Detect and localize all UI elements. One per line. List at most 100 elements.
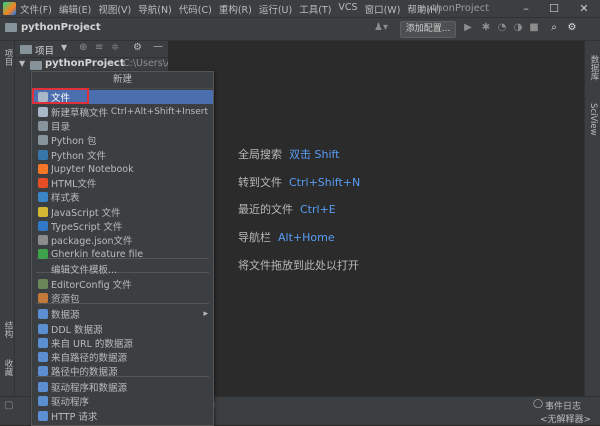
driver-icon <box>38 396 48 406</box>
menu-code[interactable]: 代码(C) <box>179 2 212 16</box>
coverage-icon[interactable]: ◔ <box>496 22 508 34</box>
menu-item-label: EditorConfig 文件 <box>51 280 132 291</box>
menu-view[interactable]: 视图(V) <box>98 2 131 16</box>
menu-item-label: 资源包 <box>51 294 80 305</box>
hint-shortcut: 双击 Shift <box>289 148 340 161</box>
menu-item-label: DDL 数据源 <box>51 325 103 336</box>
chevron-down-icon[interactable]: ▼ <box>61 43 67 52</box>
run-icon[interactable]: ▶ <box>462 22 474 34</box>
editorconfig-icon <box>38 279 48 289</box>
favorites-tool-tab[interactable]: 收藏 <box>2 359 14 376</box>
settings-icon[interactable]: ⚙ <box>566 22 578 34</box>
menu-item-label: 来自路径的数据源 <box>51 353 128 364</box>
menu-item[interactable]: 样式表 <box>32 190 213 204</box>
path-datasource-icon <box>38 352 48 362</box>
menu-item[interactable]: Gherkin feature file <box>32 247 213 261</box>
interpreter-status[interactable]: <无解释器> <box>540 412 591 425</box>
menu-item[interactable]: 来自路径的数据源 <box>32 350 213 364</box>
menu-item[interactable]: JavaScript 文件 <box>32 205 213 219</box>
submenu-arrow-icon: ▸ <box>203 309 208 319</box>
menu-item[interactable]: DDL 数据源 <box>32 322 213 336</box>
hide-panel-icon[interactable]: — <box>153 41 163 52</box>
highlight-outline <box>32 88 89 104</box>
menu-refactor[interactable]: 重构(R) <box>219 2 252 16</box>
project-view-selector[interactable]: 项目 <box>35 43 54 57</box>
main-menu: 文件(F) 编辑(E) 视图(V) 导航(N) 代码(C) 重构(R) 运行(U… <box>20 2 441 16</box>
menu-item-label: 新建草稿文件 <box>51 108 109 119</box>
menu-item[interactable]: 驱动程序和数据源 <box>32 380 213 394</box>
new-submenu: 新建 文件 新建草稿文件 Ctrl+Alt+Shift+Insert 目录 Python… <box>31 71 214 426</box>
menu-item-label: 路径中的数据源 <box>51 367 118 378</box>
minimize-button[interactable]: – <box>512 0 540 17</box>
maximize-button[interactable]: ☐ <box>540 0 568 17</box>
menu-item[interactable]: 资源包 <box>32 291 213 305</box>
menu-item-label: 编辑文件模板... <box>51 265 118 276</box>
tool-windows-icon[interactable]: ▢ <box>4 400 13 411</box>
project-breadcrumb[interactable]: pythonProject <box>5 22 101 33</box>
menu-item[interactable]: 驱动程序 <box>32 394 213 408</box>
menu-item[interactable]: Python 文件 <box>32 148 213 162</box>
collapse-all-icon[interactable]: ≑ <box>111 42 119 53</box>
jupyter-icon <box>38 164 48 174</box>
menu-item[interactable]: HTTP 请求 <box>32 409 213 423</box>
menu-item-label: 来自 URL 的数据源 <box>51 339 133 350</box>
hint-goto-file: 转到文件 Ctrl+Shift+N <box>238 174 360 190</box>
profile-icon[interactable]: ◑ <box>512 22 524 34</box>
menu-item-label: package.json文件 <box>51 236 133 247</box>
menu-item-label: Gherkin feature file <box>51 248 144 260</box>
hint-recent-files: 最近的文件 Ctrl+E <box>238 201 336 217</box>
editor-empty-area[interactable] <box>169 41 583 396</box>
chevron-down-icon[interactable]: ▼ <box>19 59 25 68</box>
menu-item[interactable]: 新建草稿文件 Ctrl+Alt+Shift+Insert <box>32 105 213 119</box>
menu-navigate[interactable]: 导航(N) <box>138 2 172 16</box>
menu-item[interactable]: 路径中的数据源 <box>32 364 213 378</box>
add-configuration-button[interactable]: 添加配置... <box>400 21 456 38</box>
menu-item[interactable]: 目录 <box>32 119 213 133</box>
project-root-node[interactable]: ▼ pythonProject C:\Users\Adn <box>15 58 168 72</box>
event-log-button[interactable]: 事件日志 <box>545 399 581 412</box>
resource-bundle-icon <box>38 293 48 303</box>
gear-icon[interactable]: ⚙ <box>133 42 142 53</box>
hint-drop-files: 将文件拖放到此处以打开 <box>238 257 359 273</box>
url-datasource-icon <box>38 338 48 348</box>
menu-item[interactable]: HTML文件 <box>32 176 213 190</box>
expand-all-icon[interactable]: ≡ <box>95 42 103 53</box>
menu-item[interactable]: TypeScript 文件 <box>32 219 213 233</box>
debug-icon[interactable]: ✱ <box>480 22 492 34</box>
database-tool-tab[interactable]: 数据库 <box>588 55 600 81</box>
menu-vcs[interactable]: VCS <box>338 2 357 16</box>
menu-edit[interactable]: 编辑(E) <box>59 2 91 16</box>
menu-item[interactable]: 编辑文件模板... <box>32 262 213 276</box>
http-request-icon <box>38 411 48 421</box>
scratch-file-icon <box>38 107 48 117</box>
javascript-icon <box>38 207 48 217</box>
hint-shortcut: Ctrl+Shift+N <box>289 176 361 189</box>
menu-item[interactable]: package.json文件 <box>32 233 213 247</box>
gherkin-icon <box>38 249 48 259</box>
menu-item[interactable]: Python 包 <box>32 133 213 147</box>
sciview-tool-tab[interactable]: SciView <box>588 103 598 136</box>
menu-item[interactable]: 来自 URL 的数据源 <box>32 336 213 350</box>
project-tool-tab[interactable]: 项目 <box>2 49 14 66</box>
right-tool-stripe: 数据库 SciView <box>584 41 600 396</box>
project-panel-toolbar: 项目 ▼ ⊕ ≡ ≑ ⚙ — <box>15 41 168 58</box>
stop-icon[interactable]: ■ <box>528 22 540 34</box>
locate-icon[interactable]: ⊕ <box>79 42 87 53</box>
menu-tools[interactable]: 工具(T) <box>299 2 331 16</box>
menu-item[interactable]: Jupyter Notebook <box>32 162 213 176</box>
menu-item[interactable]: 数据源 ▸ <box>32 307 213 321</box>
menu-item-label: HTML文件 <box>51 179 97 190</box>
folder-icon <box>38 121 48 131</box>
typescript-icon <box>38 221 48 231</box>
hint-label: 将文件拖放到此处以打开 <box>238 259 359 272</box>
menu-window[interactable]: 窗口(W) <box>365 2 401 16</box>
menu-file[interactable]: 文件(F) <box>20 2 52 16</box>
window-title: pythonProject <box>420 3 490 14</box>
user-icon[interactable]: ♟▾ <box>372 22 390 34</box>
structure-tool-tab[interactable]: 结构 <box>2 321 14 338</box>
search-icon[interactable]: ⌕ <box>548 22 560 34</box>
close-button[interactable]: ✕ <box>570 0 598 17</box>
menu-item[interactable]: EditorConfig 文件 <box>32 277 213 291</box>
hint-label: 最近的文件 <box>238 203 293 216</box>
menu-run[interactable]: 运行(U) <box>259 2 292 16</box>
